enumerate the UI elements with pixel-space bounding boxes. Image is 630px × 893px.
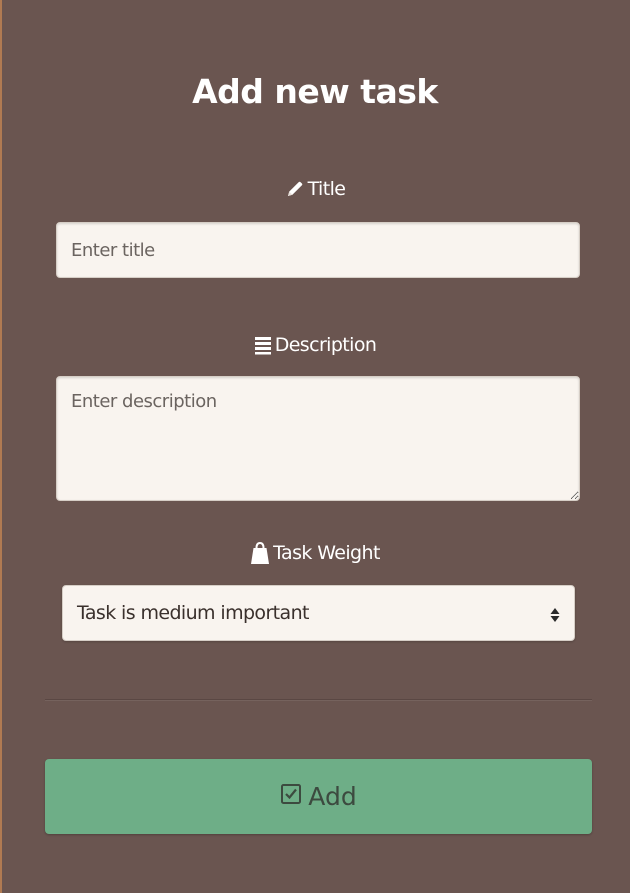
title-label: Title (0, 178, 630, 200)
title-input[interactable] (56, 222, 580, 278)
pencil-icon (285, 179, 305, 199)
description-textarea[interactable] (56, 376, 580, 501)
form-heading: Add new task (192, 72, 438, 111)
add-task-form: Add new task Title Description (0, 0, 630, 893)
task-weight-label-text: Task Weight (273, 542, 380, 564)
title-label-text: Title (307, 178, 346, 200)
add-task-button[interactable]: Add (45, 759, 592, 834)
sort-arrows-icon (550, 606, 560, 628)
task-weight-select[interactable]: Task is medium important (62, 585, 575, 641)
add-button-label: Add (308, 782, 357, 811)
form-divider (45, 699, 592, 701)
task-weight-label: Task Weight (0, 541, 630, 565)
description-label: Description (0, 334, 630, 356)
weight-icon (250, 541, 270, 565)
task-weight-selected-value: Task is medium important (77, 602, 309, 624)
description-label-text: Description (274, 334, 377, 356)
list-icon (254, 335, 272, 355)
checkbox-checked-icon (280, 782, 302, 812)
